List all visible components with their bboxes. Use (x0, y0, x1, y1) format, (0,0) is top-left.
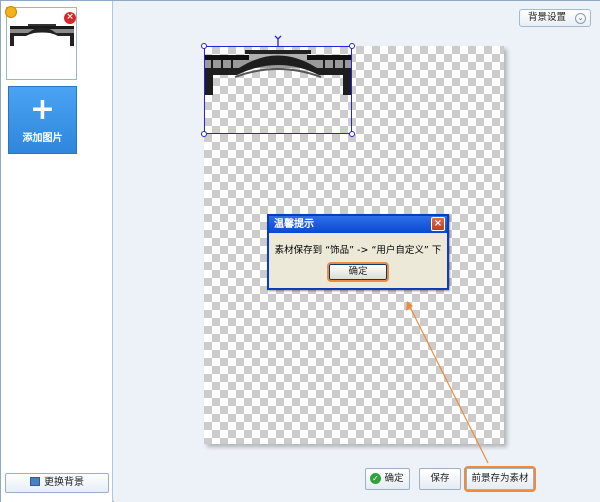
add-image-label: 添加图片 (22, 133, 63, 144)
save-foreground-as-asset-button[interactable]: 前景存为素材 (464, 466, 536, 492)
save-button[interactable]: 保存 (419, 468, 461, 490)
dialog-title: 温馨提示 (269, 216, 447, 233)
check-icon: ✓ (370, 473, 381, 484)
confirm-label: 确定 (384, 473, 404, 484)
change-background-label: 更换背景 (44, 477, 84, 488)
editor-area: 背景设置 ⌄ 温馨提示 × 素材保存到 “饰品” -> “用户自定义” 下 确定… (114, 1, 600, 502)
dialog-ok-button[interactable]: 确定 (327, 262, 389, 282)
sidebar: × + 添加图片 更换背景 (1, 1, 113, 502)
confirm-button[interactable]: ✓ 确定 (365, 468, 410, 490)
pin-icon (5, 6, 17, 18)
dialog-message: 素材保存到 “饰品” -> “用户自定义” 下 (274, 245, 442, 256)
add-image-button[interactable]: + 添加图片 (8, 86, 77, 154)
tip-dialog: 温馨提示 × 素材保存到 “饰品” -> “用户自定义” 下 确定 (267, 214, 449, 290)
plus-icon: + (29, 92, 56, 127)
app-window: × + 添加图片 更换背景 背景设置 ⌄ 温馨提示 × 素材保存到 “饰品” -… (0, 0, 600, 502)
image-icon (30, 477, 40, 486)
close-icon[interactable]: × (431, 217, 445, 231)
image-thumbnail[interactable]: × (5, 6, 77, 80)
bridge-thumbnail-icon (10, 24, 74, 46)
change-background-button[interactable]: 更换背景 (5, 473, 109, 493)
